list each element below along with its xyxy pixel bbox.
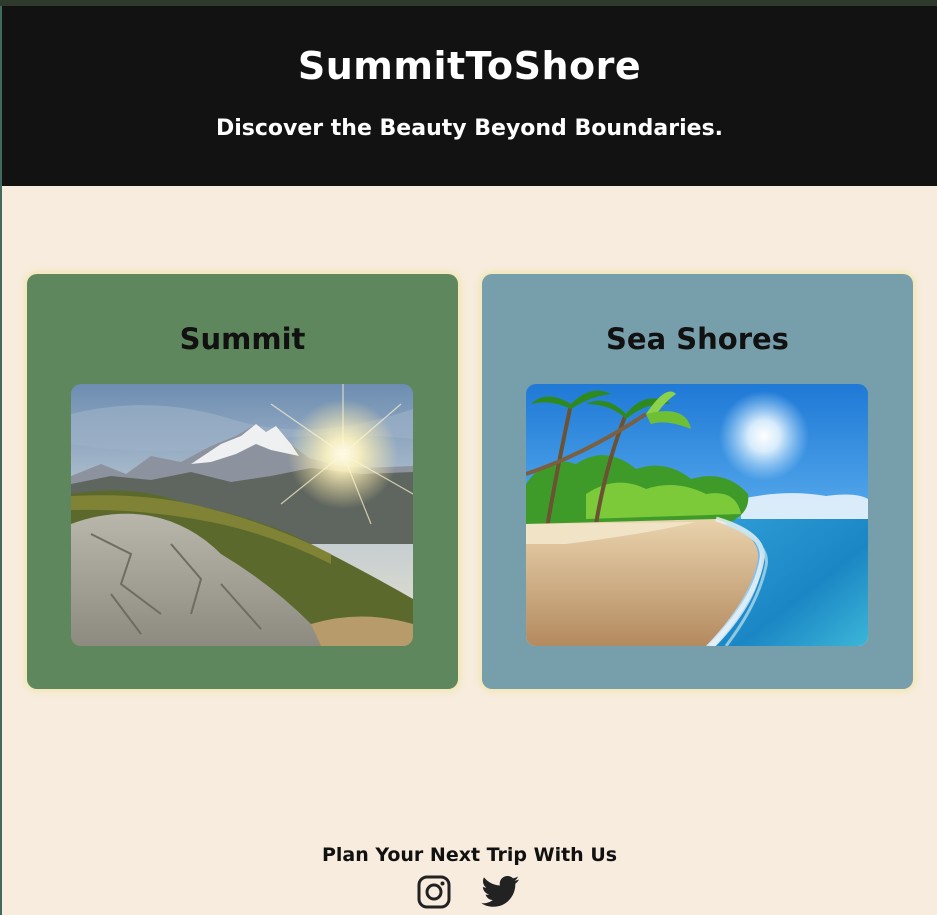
mountain-sunset-photo[interactable] (71, 384, 413, 646)
sea-shores-card-title: Sea Shores (606, 322, 789, 356)
summit-card-title: Summit (179, 322, 306, 356)
twitter-link[interactable] (481, 874, 521, 914)
footer-cta-text: Plan Your Next Trip With Us (321, 844, 618, 866)
sea-shores-card[interactable]: Sea Shores (482, 274, 913, 689)
page: SummitToShore Discover the Beauty Beyond… (2, 6, 937, 915)
twitter-icon (481, 876, 519, 907)
site-footer: Plan Your Next Trip With Us (2, 842, 937, 909)
site-title: SummitToShore (297, 44, 642, 88)
tropical-beach-photo[interactable] (526, 384, 868, 646)
summit-card[interactable]: Summit (27, 274, 458, 689)
site-header: SummitToShore Discover the Beauty Beyond… (2, 6, 937, 186)
instagram-icon (417, 875, 451, 909)
site-tagline: Discover the Beauty Beyond Boundaries. (215, 116, 724, 141)
instagram-link[interactable] (416, 874, 452, 914)
social-links (2, 874, 937, 914)
